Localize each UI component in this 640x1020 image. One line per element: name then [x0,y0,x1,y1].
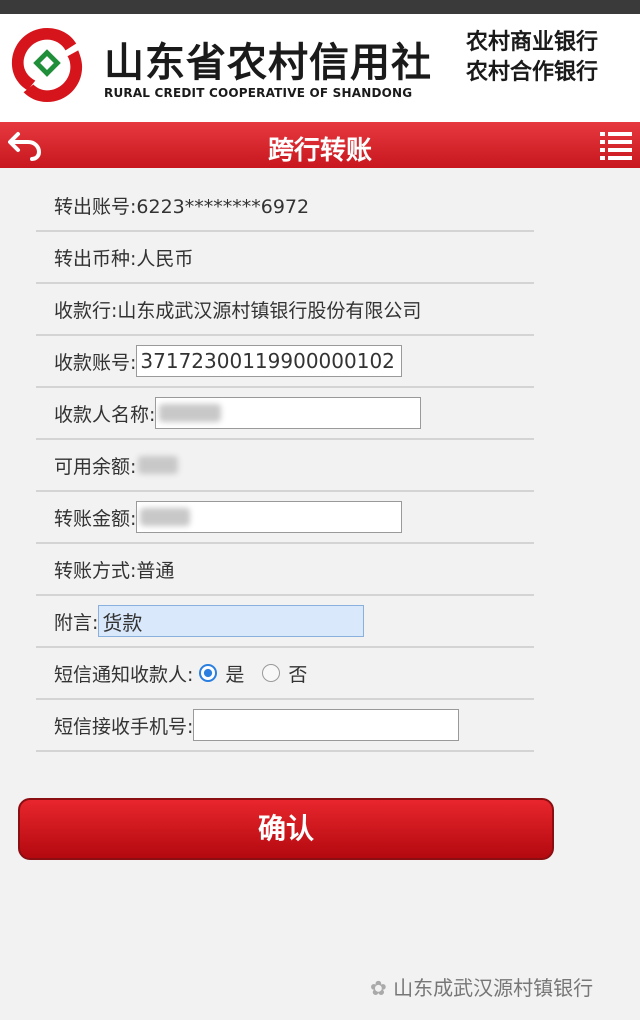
balance-redacted [138,456,179,474]
payee-account-row: 收款账号: [36,336,534,388]
amount-redacted [140,508,191,526]
payee-name-label: 收款人名称: [54,403,156,426]
method-text: 转账方式:普通 [54,559,175,582]
transfer-form: 转出账号:6223********6972 转出币种:人民币 收款行:山东成武汉… [36,180,534,752]
payee-name-row: 收款人名称: [36,388,534,440]
page-title: 跨行转账 [267,136,372,166]
watermark-text: 山东成武汉源村镇银行 [393,976,594,1000]
brand-header: 山东省农村信用社 RURAL CREDIT COOPERATIVE OF SHA… [0,14,640,122]
brand-name-cn: 山东省农村信用社 [104,40,432,86]
sms-yes-radio[interactable] [199,664,218,682]
title-bar: 跨行转账 [0,122,640,168]
brand-side-text: 农村商业银行 农村合作银行 [466,28,598,88]
balance-label: 可用余额: [54,455,137,478]
brand-name-en: RURAL CREDIT COOPERATIVE OF SHANDONG [104,86,413,100]
memo-input[interactable] [98,605,365,637]
phone-label: 短信接收手机号: [54,715,194,738]
balance-row: 可用余额: [36,440,534,492]
sms-no-radio[interactable] [262,664,281,682]
payee-bank-text: 收款行:山东成武汉源村镇银行股份有限公司 [54,299,422,322]
payee-bank-row: 收款行:山东成武汉源村镇银行股份有限公司 [36,284,534,336]
sms-notify-label: 短信通知收款人: [54,663,194,686]
sms-notify-row: 短信通知收款人: 是 否 [36,648,534,700]
currency-row: 转出币种:人民币 [36,232,534,284]
status-bar [0,0,640,14]
payee-account-input[interactable] [136,345,403,377]
payee-name-redacted [159,404,222,422]
bank-logo [11,27,83,103]
sms-no-label[interactable]: 否 [288,660,307,687]
sms-yes-label[interactable]: 是 [225,660,244,687]
wechat-watermark: ✿ 山东成武汉源村镇银行 [370,972,593,1001]
from-account-row: 转出账号:6223********6972 [36,180,534,232]
from-account-text: 转出账号:6223********6972 [54,195,310,218]
phone-input[interactable] [193,709,460,741]
method-row: 转账方式:普通 [36,544,534,596]
memo-row: 附言: [36,596,534,648]
menu-list-icon[interactable] [598,128,634,162]
wechat-icon: ✿ [370,976,387,1000]
memo-label: 附言: [54,611,99,634]
amount-input[interactable] [136,501,403,533]
amount-label: 转账金额: [54,507,137,530]
confirm-button[interactable]: 确认 [18,798,554,860]
payee-name-input[interactable] [155,397,422,429]
phone-row: 短信接收手机号: [36,700,534,752]
brand-side-line-1: 农村商业银行 [466,30,599,55]
currency-text: 转出币种:人民币 [54,247,194,270]
amount-row: 转账金额: [36,492,534,544]
brand-side-line-2: 农村合作银行 [466,60,599,85]
payee-account-label: 收款账号: [54,351,137,374]
